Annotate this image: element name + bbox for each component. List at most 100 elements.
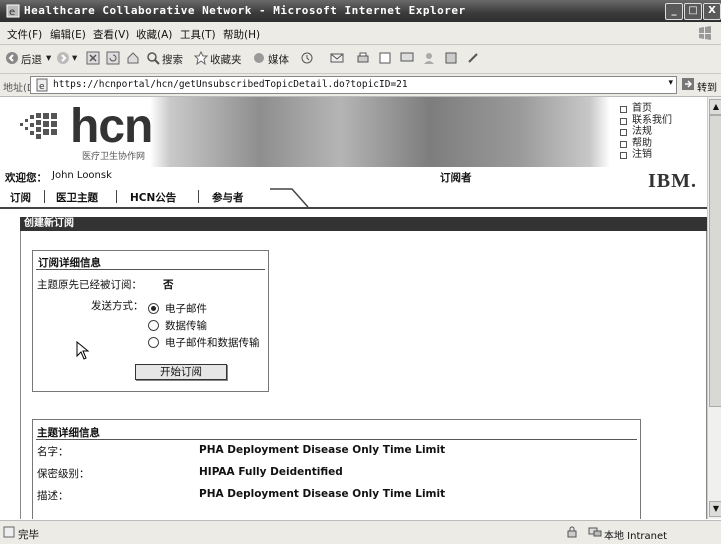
status-bar: 完毕 本地 Intranet: [0, 520, 721, 544]
messenger-icon[interactable]: [422, 51, 436, 65]
user-role: 订阅者: [440, 172, 472, 184]
top-links: 首页 联系我们 法规 帮助 注销: [620, 103, 672, 161]
link-regulations[interactable]: 法规: [620, 126, 672, 138]
back-dropdown-icon[interactable]: ▾: [46, 52, 51, 64]
svg-text:e: e: [9, 7, 15, 18]
window-title: Healthcare Collaborative Network - Micro…: [24, 4, 466, 17]
vertical-scrollbar[interactable]: ▲ ▼: [707, 97, 721, 519]
address-dropdown-icon[interactable]: ▾: [668, 78, 673, 88]
start-subscription-button[interactable]: 开始订阅: [135, 364, 227, 380]
menu-favorites[interactable]: 收藏(A): [136, 27, 172, 42]
topic-name-value: PHA Deployment Disease Only Time Limit: [199, 444, 446, 456]
already-subscribed-label: 主题原先已经被订阅：: [37, 279, 142, 291]
status-text: 完毕: [18, 529, 39, 541]
tools-extra-icon[interactable]: [466, 51, 480, 65]
favorites-star-icon[interactable]: [194, 51, 208, 65]
history-icon[interactable]: [300, 51, 314, 65]
scroll-up-icon[interactable]: ▲: [709, 99, 721, 115]
delivery-method-label: 发送方式：: [91, 300, 144, 312]
maximize-button[interactable]: □: [684, 3, 702, 20]
topic-description-label: 描述：: [37, 490, 69, 502]
intranet-zone-icon: [588, 527, 602, 537]
scroll-thumb[interactable]: [709, 115, 721, 407]
user-name: John Loonsk: [52, 170, 112, 181]
topic-security-value: HIPAA Fully Deidentified: [199, 466, 343, 478]
toolbar: 后退 ▾ ▾ 搜索 收藏夹 媒体: [0, 45, 721, 74]
minimize-button[interactable]: _: [665, 3, 683, 20]
stop-icon[interactable]: [86, 51, 100, 65]
page-done-icon: [3, 526, 15, 538]
refresh-icon[interactable]: [106, 51, 120, 65]
menu-file[interactable]: 文件(F): [7, 27, 42, 42]
address-input[interactable]: e https://hcnportal/hcn/getUnsubscribedT…: [30, 76, 677, 94]
topic-details-box: 主题详细信息 名字： PHA Deployment Disease Only T…: [32, 419, 641, 519]
page-icon: e: [36, 78, 48, 92]
logout-bullet-icon: [620, 152, 627, 159]
mouse-cursor-icon: [76, 341, 90, 360]
hcn-logo-subtitle: 医疗卫生协作网: [82, 152, 146, 162]
welcome-label: 欢迎您：: [5, 172, 47, 184]
radio-email-label[interactable]: 电子邮件: [165, 301, 207, 316]
address-url[interactable]: https://hcnportal/hcn/getUnsubscribedTop…: [53, 79, 408, 90]
tab-slant-decoration: [270, 188, 309, 207]
back-arrow-icon[interactable]: [5, 51, 19, 65]
topic-name-label: 名字：: [37, 446, 69, 458]
favorites-button-label[interactable]: 收藏夹: [210, 52, 242, 67]
print-icon[interactable]: [356, 51, 370, 65]
menu-view[interactable]: 查看(V): [93, 27, 129, 42]
link-home[interactable]: 首页: [620, 103, 672, 115]
tab-divider: [116, 190, 117, 203]
home-icon[interactable]: [126, 51, 140, 65]
research-icon[interactable]: [444, 51, 458, 65]
topic-security-label: 保密级别：: [37, 468, 90, 480]
radio-email[interactable]: [148, 303, 159, 314]
radio-email-and-data-label[interactable]: 电子邮件和数据传输: [165, 335, 260, 350]
security-zone: 本地 Intranet: [604, 531, 668, 542]
subscription-details-title: 订阅详细信息: [38, 257, 101, 269]
link-logout[interactable]: 注销: [620, 149, 672, 161]
section-title: 创建新订阅: [20, 217, 707, 231]
tab-participants[interactable]: 参与者: [212, 190, 244, 205]
link-contact[interactable]: 联系我们: [620, 115, 672, 127]
forward-arrow-icon[interactable]: [56, 51, 70, 65]
search-icon[interactable]: [146, 51, 160, 65]
media-button-label[interactable]: 媒体: [268, 52, 289, 67]
divider: [36, 439, 637, 440]
nav-tabs: 订阅 医卫主题 HCN公告 参与者: [0, 187, 707, 209]
menu-help[interactable]: 帮助(H): [223, 27, 260, 42]
lock-icon: [567, 526, 577, 538]
regulations-bullet-icon: [620, 129, 627, 136]
link-help[interactable]: 帮助: [620, 138, 672, 150]
menu-tools[interactable]: 工具(T): [180, 27, 216, 42]
radio-data-transfer[interactable]: [148, 320, 159, 331]
tab-health-topics[interactable]: 医卫主题: [56, 190, 98, 205]
discuss-icon[interactable]: [400, 51, 414, 65]
tab-hcn-announcements[interactable]: HCN公告: [130, 190, 176, 205]
home-bullet-icon: [620, 106, 627, 113]
title-bar: e Healthcare Collaborative Network - Mic…: [0, 0, 721, 22]
search-button-label[interactable]: 搜索: [162, 52, 183, 67]
topic-details-title: 主题详细信息: [37, 427, 100, 439]
go-arrow-icon[interactable]: [681, 77, 695, 91]
hcn-logo-icon: [20, 113, 57, 139]
menu-edit[interactable]: 编辑(E): [50, 27, 86, 42]
radio-email-and-data[interactable]: [148, 337, 159, 348]
windows-logo-icon: [699, 26, 711, 40]
svg-text:e: e: [39, 82, 45, 92]
tab-subscribe[interactable]: 订阅: [10, 190, 31, 205]
media-icon[interactable]: [252, 51, 266, 65]
welcome-row: 欢迎您： John Loonsk 订阅者: [0, 167, 707, 185]
back-button-label[interactable]: 后退: [21, 52, 42, 67]
radio-data-transfer-label[interactable]: 数据传输: [165, 318, 207, 333]
internet-explorer-icon: e: [6, 4, 20, 18]
scroll-down-icon[interactable]: ▼: [709, 501, 721, 517]
close-button[interactable]: X: [703, 3, 721, 20]
mail-icon[interactable]: [330, 51, 344, 65]
subscription-details-box: 订阅详细信息 主题原先已经被订阅： 否 发送方式： 电子邮件 数据传输 电子邮件…: [32, 250, 269, 392]
tab-divider: [44, 190, 45, 203]
page-viewport: hcn 医疗卫生协作网 首页 联系我们 法规 帮助 注销 欢迎您： John L…: [0, 97, 707, 519]
edit-page-icon[interactable]: [378, 51, 392, 65]
topic-description-value: PHA Deployment Disease Only Time Limit: [199, 488, 446, 500]
go-button[interactable]: 转到: [697, 79, 717, 94]
forward-dropdown-icon[interactable]: ▾: [72, 52, 77, 64]
